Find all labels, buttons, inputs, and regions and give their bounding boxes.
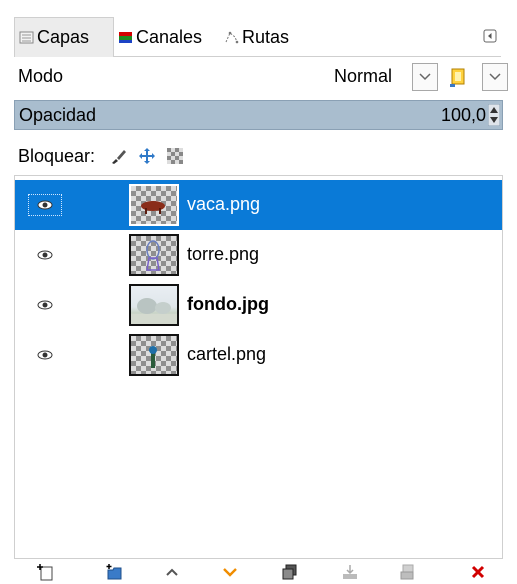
switch-mode-icon bbox=[450, 68, 465, 87]
layer-thumbnail bbox=[129, 234, 179, 276]
tab-layers-label: Capas bbox=[37, 27, 90, 47]
layer-row[interactable]: cartel.png bbox=[15, 330, 502, 380]
paths-icon bbox=[225, 31, 239, 43]
visibility-eye-icon[interactable] bbox=[28, 194, 62, 216]
lock-position-icon[interactable] bbox=[138, 147, 156, 165]
merge-down-button[interactable] bbox=[398, 562, 418, 582]
dock-menu-button[interactable] bbox=[481, 27, 499, 45]
new-group-icon bbox=[106, 564, 122, 580]
layer-thumbnail bbox=[129, 184, 179, 226]
tab-menu-icon bbox=[483, 29, 497, 43]
composite-dropdown-button[interactable] bbox=[482, 63, 508, 91]
chevron-down-icon bbox=[489, 73, 501, 81]
arrow-up-icon bbox=[166, 568, 178, 576]
visibility-eye-icon[interactable] bbox=[28, 244, 62, 266]
visibility-eye-icon[interactable] bbox=[28, 344, 62, 366]
layer-row[interactable]: vaca.png bbox=[15, 180, 502, 230]
layers-toolbar bbox=[14, 560, 503, 584]
anchor-layer-button[interactable] bbox=[340, 562, 360, 582]
switch-mode-button[interactable] bbox=[446, 66, 470, 90]
layer-name[interactable]: vaca.png bbox=[187, 194, 260, 215]
layer-name[interactable]: fondo.jpg bbox=[187, 294, 269, 315]
tab-paths[interactable]: Rutas bbox=[220, 17, 294, 57]
layer-thumbnail bbox=[129, 284, 179, 326]
anchor-icon bbox=[343, 565, 357, 579]
spin-arrows-icon[interactable] bbox=[488, 104, 500, 126]
chevron-down-icon bbox=[419, 73, 431, 81]
layers-list[interactable]: vaca.png torre.png fondo.jpg cartel.png bbox=[14, 175, 503, 559]
visibility-eye-icon[interactable] bbox=[28, 294, 62, 316]
channels-icon bbox=[119, 31, 132, 43]
layer-name[interactable]: cartel.png bbox=[187, 344, 266, 365]
duplicate-layer-button[interactable] bbox=[280, 562, 300, 582]
layers-icon bbox=[19, 31, 34, 44]
layer-row[interactable]: torre.png bbox=[15, 230, 502, 280]
mode-value[interactable]: Normal bbox=[334, 66, 392, 87]
mode-dropdown-button[interactable] bbox=[412, 63, 438, 91]
mode-row: Modo Normal bbox=[14, 60, 517, 96]
tab-paths-label: Rutas bbox=[242, 26, 290, 47]
new-layer-group-button[interactable] bbox=[104, 562, 124, 582]
opacity-slider[interactable]: Opacidad 100,0 bbox=[14, 100, 503, 130]
new-layer-icon bbox=[37, 564, 53, 581]
layer-name[interactable]: torre.png bbox=[187, 244, 259, 265]
dock-tabs: Capas Canales Rutas bbox=[14, 17, 501, 57]
tab-channels[interactable]: Canales bbox=[114, 17, 220, 57]
lock-label: Bloquear: bbox=[18, 146, 96, 166]
lock-alpha-icon[interactable] bbox=[166, 147, 184, 165]
lock-pixels-icon[interactable] bbox=[110, 147, 128, 165]
raise-layer-button[interactable] bbox=[162, 562, 182, 582]
layer-thumbnail bbox=[129, 334, 179, 376]
arrow-down-icon bbox=[223, 568, 237, 577]
mode-label: Modo bbox=[18, 66, 64, 86]
tab-channels-label: Canales bbox=[136, 26, 203, 47]
opacity-value[interactable]: 100,0 bbox=[441, 105, 486, 126]
layer-row[interactable]: fondo.jpg bbox=[15, 280, 502, 330]
delete-layer-button[interactable] bbox=[468, 562, 488, 582]
duplicate-icon bbox=[282, 564, 297, 580]
new-layer-button[interactable] bbox=[36, 562, 56, 582]
opacity-label: Opacidad bbox=[19, 105, 97, 125]
lower-layer-button[interactable] bbox=[220, 562, 240, 582]
tab-layers[interactable]: Capas bbox=[14, 17, 114, 57]
merge-down-icon bbox=[400, 564, 414, 580]
delete-icon bbox=[471, 565, 485, 579]
